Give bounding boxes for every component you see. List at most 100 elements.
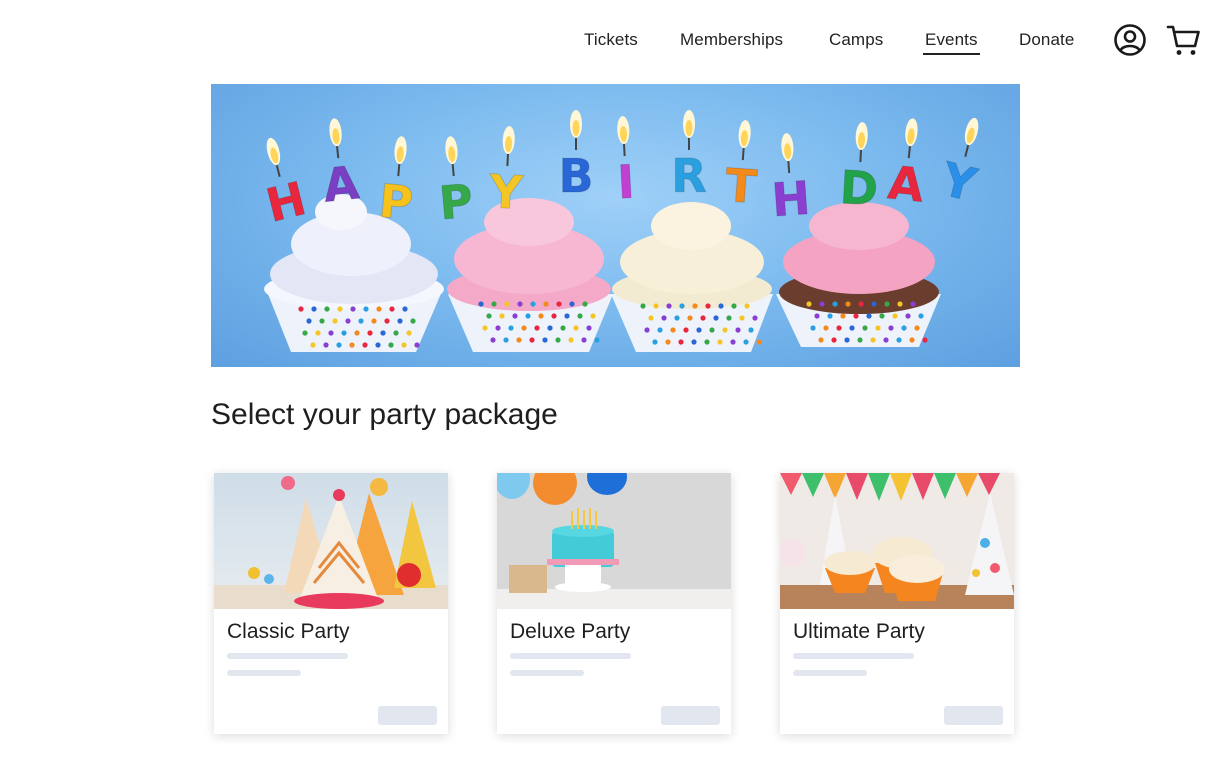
wrapper-dot: [901, 325, 907, 331]
candle-letter: T: [723, 120, 760, 215]
wrapper-dot: [397, 318, 403, 324]
wrapper-dot: [705, 303, 711, 309]
wrapper-dot: [858, 301, 864, 307]
wrapper-dot: [337, 306, 343, 312]
hero-illustration: HAPPYBIRTHDAY: [260, 110, 983, 352]
wrapper-dot: [744, 303, 750, 309]
candle-letter: Y: [486, 126, 525, 220]
nav-link-tickets[interactable]: Tickets: [584, 30, 638, 50]
svg-text:D: D: [839, 160, 880, 216]
select-package-button[interactable]: [661, 706, 720, 725]
wrapper-dot: [910, 301, 916, 307]
svg-text:T: T: [723, 158, 759, 214]
wrapper-dot: [674, 315, 680, 321]
wrapper-dot: [349, 342, 355, 348]
svg-text:I: I: [616, 155, 636, 210]
select-package-button[interactable]: [378, 706, 437, 725]
wrapper-dot: [827, 313, 833, 319]
wrapper-dot: [371, 318, 377, 324]
wrapper-dot: [336, 342, 342, 348]
svg-text:H: H: [770, 171, 812, 228]
wrapper-dot: [367, 330, 373, 336]
svg-text:P: P: [377, 174, 415, 231]
wrapper-dot: [666, 303, 672, 309]
candle-letter: H: [769, 133, 813, 228]
candle-letter: R: [671, 110, 707, 204]
wrapper-dot: [573, 325, 579, 331]
cart-icon[interactable]: [1166, 22, 1202, 58]
description-placeholder-line: [227, 670, 301, 676]
wrapper-dot: [486, 313, 492, 319]
wrapper-dot: [840, 313, 846, 319]
wrapper-dot: [696, 327, 702, 333]
wrapper-dot: [748, 327, 754, 333]
wrapper-dot: [731, 303, 737, 309]
nav-link-donate[interactable]: Donate: [1019, 30, 1074, 50]
wrapper-dot: [918, 313, 924, 319]
wrapper-dot: [691, 339, 697, 345]
wrapper-dot: [542, 337, 548, 343]
select-package-button[interactable]: [944, 706, 1003, 725]
candle-letter: B: [558, 110, 594, 204]
wrapper-dot: [871, 301, 877, 307]
wrapper-dot: [909, 337, 915, 343]
wrapper-dot: [358, 318, 364, 324]
svg-text:H: H: [261, 171, 311, 233]
wrapper-dot: [302, 330, 308, 336]
wrapper-dot: [306, 318, 312, 324]
wrapper-dot: [836, 325, 842, 331]
nav-link-camps[interactable]: Camps: [829, 30, 883, 50]
wrapper-dot: [315, 330, 321, 336]
wrapper-dot: [652, 339, 658, 345]
package-card-ultimate[interactable]: Ultimate Party: [780, 473, 1014, 734]
wrapper-dot: [823, 325, 829, 331]
wrapper-dot: [354, 330, 360, 336]
candle-letter: H: [260, 137, 312, 233]
wrapper-dot: [897, 301, 903, 307]
wrapper-dot: [555, 337, 561, 343]
wrapper-dot: [857, 337, 863, 343]
wrapper-dot: [888, 325, 894, 331]
wrapper-dot: [594, 337, 600, 343]
svg-text:Y: Y: [935, 152, 982, 213]
wrapper-dot: [692, 303, 698, 309]
wrapper-dot: [914, 325, 920, 331]
package-card-classic[interactable]: Classic Party: [214, 473, 448, 734]
wrapper-dot: [384, 318, 390, 324]
wrapper-dot: [582, 301, 588, 307]
description-placeholder-line: [793, 670, 867, 676]
wrapper-dot: [538, 313, 544, 319]
wrapper-dot: [590, 313, 596, 319]
wrapper-dot: [556, 301, 562, 307]
wrapper-dot: [892, 313, 898, 319]
wrapper-dot: [818, 337, 824, 343]
wrapper-dot: [406, 330, 412, 336]
wrapper-dot: [414, 342, 420, 348]
wrapper-dot: [530, 301, 536, 307]
wrapper-dot: [363, 306, 369, 312]
wrapper-dot: [516, 337, 522, 343]
wrapper-dot: [810, 325, 816, 331]
wrapper-dot: [551, 313, 557, 319]
candle-letter: P: [436, 136, 476, 231]
wrapper-dot: [362, 342, 368, 348]
candle-letter: Y: [935, 117, 983, 213]
wrapper-dot: [512, 313, 518, 319]
wrapper-dot: [389, 306, 395, 312]
wrapper-dot: [832, 301, 838, 307]
nav-link-events[interactable]: Events: [923, 30, 980, 55]
svg-text:R: R: [671, 149, 706, 203]
wrapper-dot: [310, 342, 316, 348]
wrapper-dot: [844, 337, 850, 343]
hero-birthday-image: HAPPYBIRTHDAY: [211, 84, 1020, 367]
wrapper-dot: [875, 325, 881, 331]
wrapper-dot: [709, 327, 715, 333]
package-card-deluxe[interactable]: Deluxe Party: [497, 473, 731, 734]
account-icon[interactable]: [1112, 22, 1148, 58]
wrapper-dot: [401, 342, 407, 348]
wrapper-dot: [504, 301, 510, 307]
wrapper-dot: [866, 313, 872, 319]
wrapper-dot: [495, 325, 501, 331]
nav-link-memberships[interactable]: Memberships: [680, 30, 783, 50]
wrapper-dot: [341, 330, 347, 336]
